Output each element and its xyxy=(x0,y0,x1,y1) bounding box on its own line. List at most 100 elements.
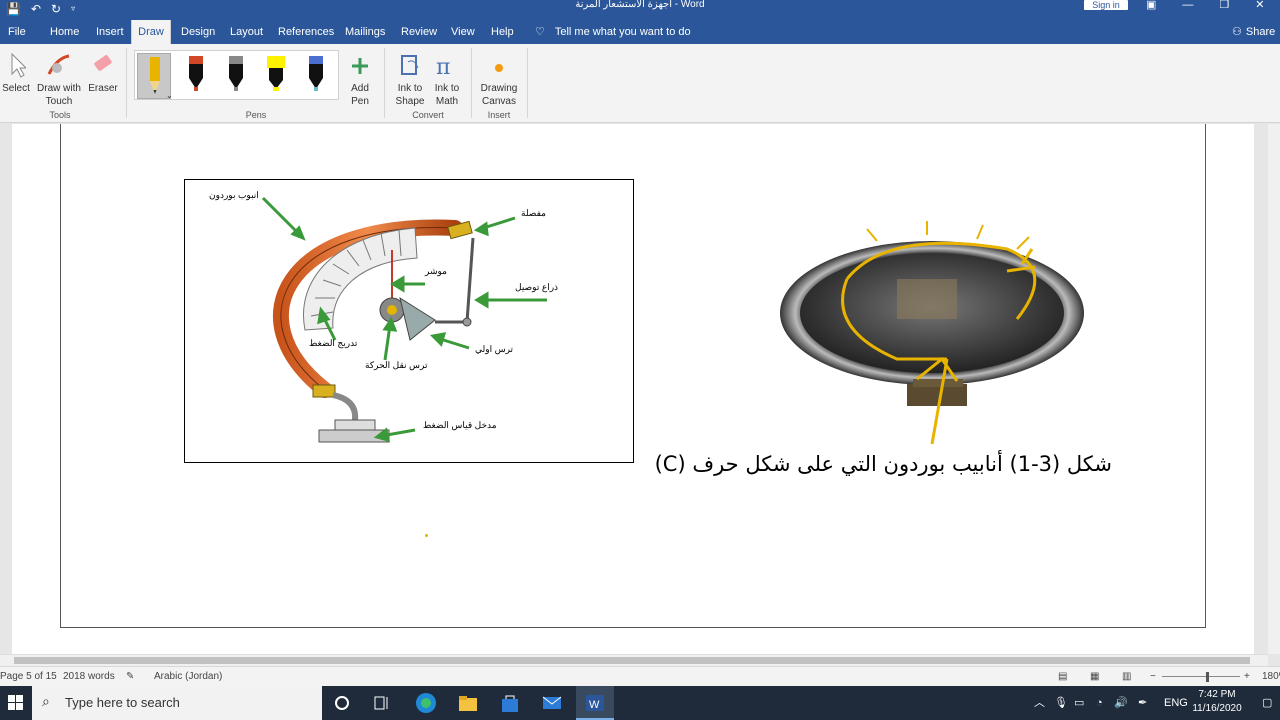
wifi-icon[interactable]: ◔ xyxy=(1096,686,1103,720)
notifications-icon[interactable]: ▢ xyxy=(1262,686,1272,720)
highlighter-icon xyxy=(267,56,285,91)
label-pointer: موشر xyxy=(425,266,447,276)
task-view-icon[interactable] xyxy=(370,691,394,715)
word-taskbar-button[interactable]: W xyxy=(576,686,614,720)
print-layout-icon[interactable]: ▦ xyxy=(1090,671,1099,682)
tray-chevron-icon[interactable]: ︿ xyxy=(1034,686,1045,720)
ink-to-shape-button[interactable]: Ink to Shape xyxy=(392,48,428,108)
input-language[interactable]: ENG xyxy=(1164,686,1188,720)
ribbon-separator xyxy=(527,48,528,118)
microphone-icon[interactable]: 🎙 xyxy=(1054,686,1068,720)
search-icon: ⌕ xyxy=(42,693,50,709)
yellow-highlighter[interactable] xyxy=(259,53,293,99)
drawing-canvas-button[interactable]: Drawing Canvas xyxy=(478,48,520,108)
tab-home[interactable]: Home xyxy=(50,20,79,44)
eraser-label: Eraser xyxy=(88,83,118,94)
galaxy-pen[interactable] xyxy=(299,53,333,99)
ribbon-display-options-icon[interactable]: ▣ xyxy=(1146,0,1156,11)
ink-to-math-label-2: Math xyxy=(435,96,459,107)
svg-text:⌄: ⌄ xyxy=(166,91,172,100)
ink-to-shape-icon xyxy=(401,55,419,75)
bourdon-diagram[interactable]: انبوب بوردون مفصلة موشر ذراع توصيل تدريج… xyxy=(184,179,634,463)
tell-me-search[interactable]: ♡ Tell me what you want to do xyxy=(535,20,691,44)
file-explorer-icon[interactable] xyxy=(456,691,480,715)
ribbon-draw: Select Draw with Touch Eraser Tools ⌄ Ad… xyxy=(0,44,1280,123)
tab-mailings[interactable]: Mailings xyxy=(345,20,385,44)
insert-group-label: Insert xyxy=(487,110,511,120)
tab-layout[interactable]: Layout xyxy=(230,20,263,44)
pencil-pen[interactable]: ⌄ xyxy=(137,53,173,100)
ribbon-separator xyxy=(384,48,385,118)
add-pen-button[interactable]: Add Pen xyxy=(344,48,376,108)
close-icon[interactable]: ✕ xyxy=(1255,0,1264,11)
vertical-scrollbar[interactable] xyxy=(1268,124,1280,654)
plus-icon xyxy=(352,58,368,74)
eraser-button[interactable]: Eraser xyxy=(88,48,118,95)
windows-start-icon[interactable] xyxy=(4,691,28,715)
galaxy-pen-icon xyxy=(309,56,323,91)
tab-draw[interactable]: Draw xyxy=(131,20,171,44)
volume-icon[interactable]: 🔊 xyxy=(1114,686,1128,720)
ink-to-math-label-1: Ink to xyxy=(434,83,460,94)
add-pen-label-2: Pen xyxy=(351,96,369,107)
zoom-out-icon[interactable]: − xyxy=(1150,671,1156,682)
zoom-slider-thumb[interactable] xyxy=(1206,672,1209,682)
read-mode-icon[interactable]: ▤ xyxy=(1058,671,1067,682)
label-arm: ذراع توصيل xyxy=(515,282,559,292)
svg-text:π: π xyxy=(436,55,450,80)
horizontal-scrollbar[interactable] xyxy=(0,654,1268,666)
tell-me-label: Tell me what you want to do xyxy=(554,26,691,38)
drawing-canvas-label-1: Drawing xyxy=(480,83,518,94)
battery-icon[interactable]: ▭ xyxy=(1074,686,1084,720)
cortana-icon[interactable] xyxy=(330,691,354,715)
system-clock[interactable]: 7:42 PM 11/16/2020 xyxy=(1186,688,1248,716)
windows-taskbar: ⌕ Type here to search W ︿ 🎙 ▭ ◔ 🔊 ✒ ENG … xyxy=(0,686,1280,720)
edge-icon[interactable] xyxy=(414,691,438,715)
mail-icon[interactable] xyxy=(540,691,564,715)
gauge-photo[interactable] xyxy=(767,209,1097,449)
svg-text:W: W xyxy=(589,699,600,711)
language-indicator[interactable]: Arabic (Jordan) xyxy=(154,671,222,682)
pi-icon: π xyxy=(436,55,450,80)
lightbulb-icon: ♡ xyxy=(535,26,545,38)
label-joint: مفصلة xyxy=(521,208,546,218)
arrow-cursor-icon xyxy=(11,52,26,78)
pen-workspace-icon[interactable]: ✒ xyxy=(1138,686,1147,720)
sign-in-button[interactable]: Sign in xyxy=(1084,0,1128,10)
tab-view[interactable]: View xyxy=(451,20,475,44)
ink-dot xyxy=(425,534,428,537)
tab-review[interactable]: Review xyxy=(401,20,437,44)
zoom-slider[interactable] xyxy=(1162,676,1240,677)
page-count[interactable]: Page 5 of 15 xyxy=(0,671,57,682)
tab-design[interactable]: Design xyxy=(181,20,215,44)
word-count[interactable]: 2018 words xyxy=(63,671,115,682)
person-icon: ⚇ xyxy=(1232,26,1242,38)
document-canvas[interactable]: انبوب بوردون مفصلة موشر ذراع توصيل تدريج… xyxy=(0,124,1280,654)
restore-icon[interactable]: ❐ xyxy=(1219,0,1229,11)
select-label: Select xyxy=(2,83,30,94)
pens-gallery: ⌄ xyxy=(134,50,339,100)
label-inlet: مدخل قياس الضغط xyxy=(423,420,497,430)
window-controls: ▣ — ❐ ✕ xyxy=(1146,0,1265,11)
tab-help[interactable]: Help xyxy=(491,20,514,44)
taskbar-search[interactable]: ⌕ Type here to search xyxy=(32,686,322,720)
tab-references[interactable]: References xyxy=(278,20,334,44)
tab-insert[interactable]: Insert xyxy=(96,20,124,44)
zoom-in-icon[interactable]: + xyxy=(1244,671,1250,682)
ink-to-math-button[interactable]: π Ink to Math xyxy=(430,48,464,108)
store-icon[interactable] xyxy=(498,691,522,715)
minimize-icon[interactable]: — xyxy=(1182,0,1193,11)
draw-with-touch-button[interactable]: Draw with Touch xyxy=(34,48,84,108)
share-button[interactable]: ⚇ Share xyxy=(1232,20,1275,44)
label-primary-gear: ترس اولي xyxy=(475,344,514,354)
proofing-icon[interactable]: ✎ xyxy=(126,671,134,682)
zoom-level[interactable]: 180% xyxy=(1262,671,1280,682)
select-button[interactable]: Select xyxy=(2,48,30,95)
horizontal-scroll-thumb[interactable] xyxy=(14,657,1250,664)
gray-pen[interactable] xyxy=(219,53,253,99)
ribbon-tabs: File Home Insert Draw Design Layout Refe… xyxy=(0,20,1280,44)
document-page[interactable]: انبوب بوردون مفصلة موشر ذراع توصيل تدريج… xyxy=(12,124,1254,654)
web-layout-icon[interactable]: ▥ xyxy=(1122,671,1131,682)
black-pen[interactable] xyxy=(179,53,213,99)
tab-file[interactable]: File xyxy=(8,20,26,44)
